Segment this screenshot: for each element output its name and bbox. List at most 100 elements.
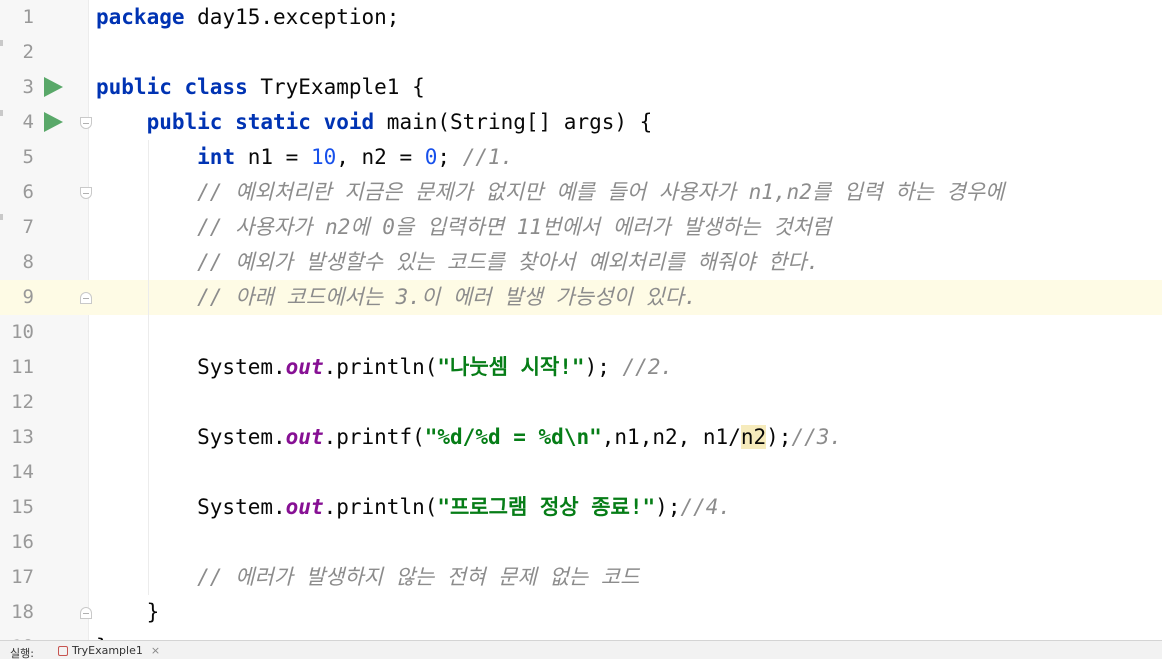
line-number: 17 (11, 566, 34, 588)
run-icon[interactable] (44, 77, 63, 97)
code-token: out (285, 495, 324, 519)
code-line[interactable]: 6 // 예외처리란 지금은 문제가 없지만 예를 들어 사용자가 n1,n2를… (0, 175, 1162, 210)
run-tool-window-bar: 실행: TryExample1 × (0, 640, 1162, 660)
line-number: 12 (11, 391, 34, 413)
code-line[interactable]: 1 package day15.exception; (0, 0, 1162, 35)
gutter-cell: 19 (0, 630, 88, 640)
gutter-cell: 8 (0, 245, 88, 280)
code-text: } (96, 630, 109, 640)
code-line[interactable]: 4 public static void main(String[] args)… (0, 105, 1162, 140)
code-token: TryExample1 { (247, 75, 425, 99)
code-editor[interactable]: 1 package day15.exception; 2 3 public class … (0, 0, 1162, 640)
code-token: //2. (622, 355, 674, 379)
code-text: System.out.println("프로그램 정상 종료!");//4. (96, 490, 731, 525)
code-line[interactable]: 19} (0, 630, 1162, 640)
code-token: "프로그램 정상 종료!" (437, 495, 656, 519)
code-text: public class TryExample1 { (96, 70, 425, 105)
code-token: ,n1,n2, n1/ (601, 425, 741, 449)
code-token: ); (655, 495, 681, 519)
code-line[interactable]: 9 // 아래 코드에서는 3.이 에러 발생 가능성이 있다. (0, 280, 1162, 315)
code-text: } (96, 595, 160, 630)
code-token: } (96, 600, 160, 624)
fold-icon[interactable] (80, 292, 92, 304)
code-token: "%d/%d = %d\n" (424, 425, 602, 449)
code-line[interactable]: 12 (0, 385, 1162, 420)
code-text: System.out.printf("%d/%d = %d\n",n1,n2, … (96, 420, 842, 455)
code-token: public class (96, 75, 248, 99)
line-number: 5 (22, 146, 34, 168)
code-token: //4. (680, 495, 732, 519)
code-text: int n1 = 10, n2 = 0; //1. (96, 140, 513, 175)
code-token: // 예외처리란 지금은 문제가 없지만 예를 들어 사용자가 n1,n2를 입… (197, 180, 1005, 204)
code-token: // 사용자가 n2에 0을 입력하면 11번에서 에러가 발생하는 것처럼 (197, 215, 832, 239)
code-text: // 예외가 발생할수 있는 코드를 찾아서 예외처리를 해줘야 한다. (96, 245, 819, 280)
code-line[interactable]: 13 System.out.printf("%d/%d = %d\n",n1,n… (0, 420, 1162, 455)
code-token: //3. (791, 425, 843, 449)
gutter-cell: 10 (0, 315, 88, 350)
line-number: 15 (11, 496, 34, 518)
code-line[interactable]: 15 System.out.println("프로그램 정상 종료!");//4… (0, 490, 1162, 525)
gutter-cell: 5 (0, 140, 88, 175)
gutter-cell: 6 (0, 175, 92, 210)
line-number: 19 (0, 630, 34, 640)
gutter-cell: 15 (0, 490, 88, 525)
gutter-cell: 3 (0, 70, 88, 105)
code-token: 10 (310, 145, 337, 169)
code-line[interactable]: 5 int n1 = 10, n2 = 0; //1. (0, 140, 1162, 175)
code-line[interactable]: 7 // 사용자가 n2에 0을 입력하면 11번에서 에러가 발생하는 것처럼 (0, 210, 1162, 245)
gutter-cell: 9 (0, 280, 92, 315)
code-line[interactable]: 11 System.out.println("나눗셈 시작!"); //2. (0, 350, 1162, 385)
code-token: // 에러가 발생하지 않는 전혀 문제 없는 코드 (197, 565, 640, 589)
gutter-cell: 12 (0, 385, 88, 420)
fold-icon[interactable] (80, 187, 92, 199)
line-number: 3 (22, 76, 34, 98)
code-token: package (96, 5, 185, 29)
code-token: .printf( (323, 425, 425, 449)
line-number: 14 (11, 461, 34, 483)
run-tab-label: TryExample1 (72, 644, 143, 657)
code-token: main(String[] args) { (374, 110, 653, 134)
gutter-cell: 14 (0, 455, 88, 490)
code-line[interactable]: 17 // 에러가 발생하지 않는 전혀 문제 없는 코드 (0, 560, 1162, 595)
fold-icon[interactable] (80, 117, 92, 129)
code-line[interactable]: 16 (0, 525, 1162, 560)
code-line[interactable]: 10 (0, 315, 1162, 350)
line-number: 6 (22, 181, 34, 203)
line-number: 11 (11, 356, 34, 378)
code-line[interactable]: 18 } (0, 595, 1162, 630)
code-line[interactable]: 8 // 예외가 발생할수 있는 코드를 찾아서 예외처리를 해줘야 한다. (0, 245, 1162, 280)
line-number: 16 (11, 531, 34, 553)
gutter-cell: 18 (0, 595, 92, 630)
code-line[interactable]: 14 (0, 455, 1162, 490)
code-token: out (285, 425, 324, 449)
code-token: , n2 = (336, 145, 425, 169)
run-tab-tryexample1[interactable]: TryExample1 × (58, 644, 160, 657)
code-token: out (285, 355, 324, 379)
code-token: // 아래 코드에서는 3.이 에러 발생 가능성이 있다. (197, 285, 697, 309)
code-line[interactable]: 3 public class TryExample1 { (0, 70, 1162, 105)
code-token: day15.exception; (184, 5, 400, 29)
line-number: 13 (11, 426, 34, 448)
code-text: System.out.println("나눗셈 시작!"); //2. (96, 350, 673, 385)
code-token: System. (96, 495, 286, 519)
line-number: 18 (11, 601, 34, 623)
line-number: 7 (22, 216, 34, 238)
gutter-cell: 11 (0, 350, 88, 385)
code-token: n2 (740, 425, 767, 449)
gutter-cell: 1 (0, 0, 88, 35)
run-icon[interactable] (44, 112, 63, 132)
fold-icon[interactable] (80, 607, 92, 619)
code-token: // 예외가 발생할수 있는 코드를 찾아서 예외처리를 해줘야 한다. (197, 250, 820, 274)
code-token: System. (96, 425, 286, 449)
close-icon[interactable]: × (151, 644, 160, 657)
code-line[interactable]: 2 (0, 35, 1162, 70)
code-token: n1 = (235, 145, 311, 169)
indent-guide (148, 140, 149, 595)
code-text: // 에러가 발생하지 않는 전혀 문제 없는 코드 (96, 560, 639, 595)
